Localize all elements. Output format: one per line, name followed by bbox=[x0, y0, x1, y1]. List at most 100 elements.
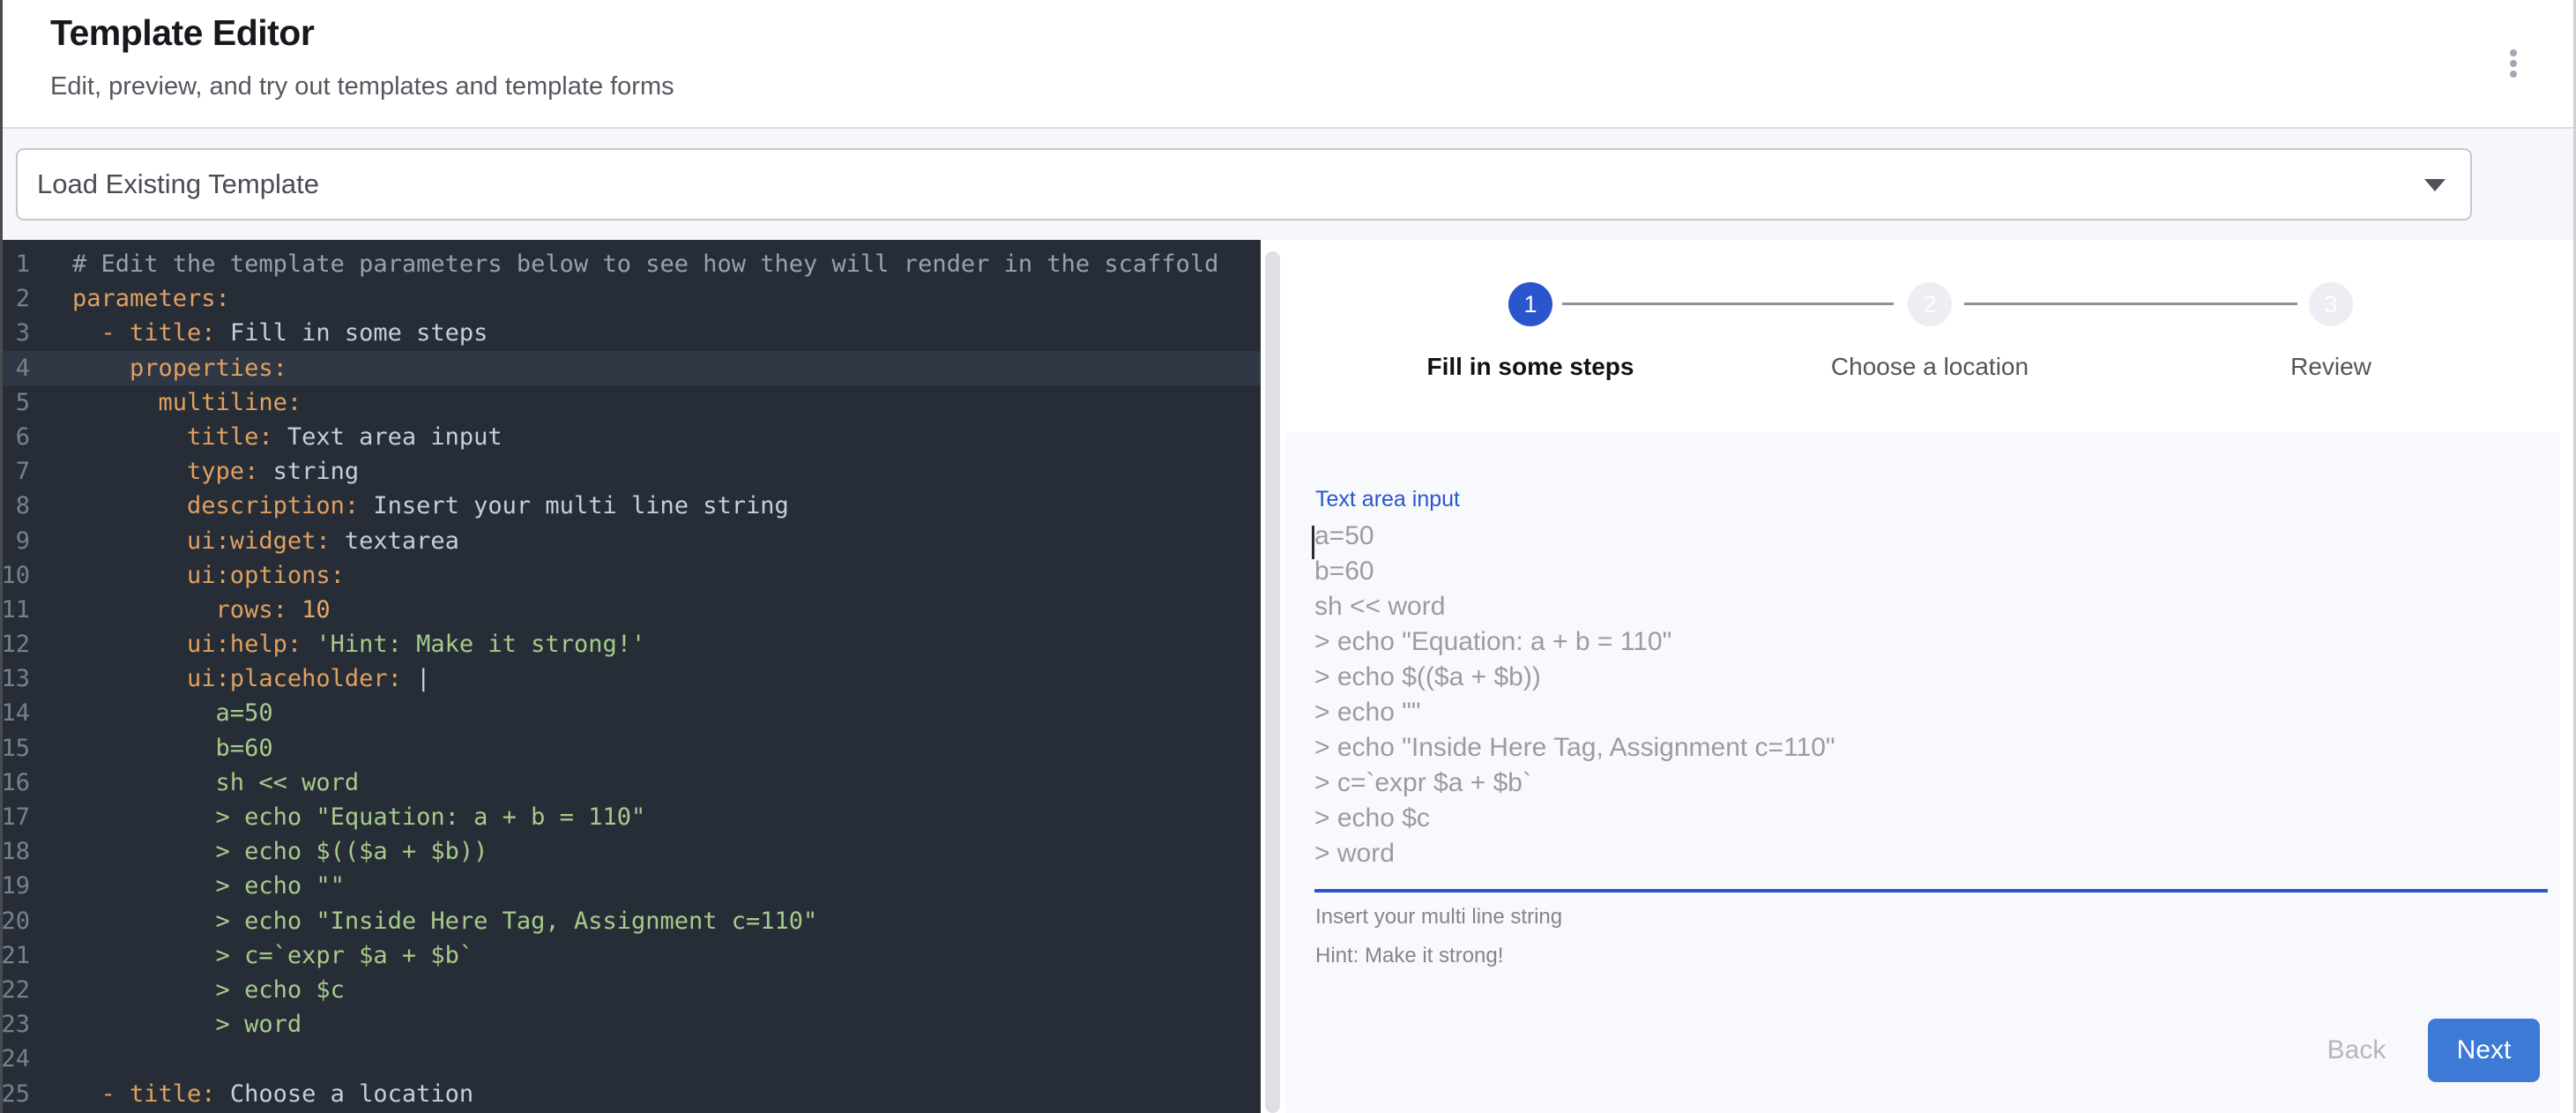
editor-scrollbar-track bbox=[1261, 240, 1285, 1113]
code-text: > c=`expr $a + $b` bbox=[72, 938, 1261, 973]
code-text: ui:widget: textarea bbox=[72, 524, 1261, 558]
line-number: 1 bbox=[0, 247, 41, 281]
editor-line: 7 type: string bbox=[0, 454, 1261, 489]
code-text: a=50 bbox=[72, 696, 1261, 730]
line-number: 19 bbox=[0, 869, 41, 903]
editor-line: 3 - title: Fill in some steps bbox=[0, 316, 1261, 350]
code-text: type: string bbox=[72, 454, 1261, 489]
step-circle: 1 bbox=[1508, 282, 1552, 326]
code-text: > echo "" bbox=[72, 869, 1261, 903]
step-label: Review bbox=[2146, 353, 2516, 381]
editor-line: 21 > c=`expr $a + $b` bbox=[0, 938, 1261, 973]
line-number: 5 bbox=[0, 385, 41, 420]
line-number: 13 bbox=[0, 661, 41, 696]
step-connector bbox=[1964, 303, 2297, 305]
editor-line: 5 multiline: bbox=[0, 385, 1261, 420]
line-number: 9 bbox=[0, 524, 41, 558]
editor-line: 23 > word bbox=[0, 1007, 1261, 1042]
textarea-field-label: Text area input bbox=[1315, 487, 1460, 512]
editor-line: 11 rows: 10 bbox=[0, 593, 1261, 627]
line-number: 16 bbox=[0, 766, 41, 800]
code-text: - title: Fill in some steps bbox=[72, 316, 1261, 350]
line-number: 17 bbox=[0, 800, 41, 834]
code-text: properties: bbox=[72, 351, 1261, 385]
line-number: 14 bbox=[0, 696, 41, 730]
editor-line: 19 > echo "" bbox=[0, 869, 1261, 903]
editor-line: 14 a=50 bbox=[0, 696, 1261, 730]
code-text: rows: 10 bbox=[72, 593, 1261, 627]
field-hint: Hint: Make it strong! bbox=[1315, 944, 1503, 968]
code-text: ui:options: bbox=[72, 558, 1261, 593]
code-text: description: Insert your multi line stri… bbox=[72, 489, 1261, 523]
editor-line: 24 bbox=[0, 1042, 1261, 1076]
code-text: # Edit the template parameters below to … bbox=[72, 247, 1261, 281]
code-text: ui:help: 'Hint: Make it strong!' bbox=[72, 627, 1261, 661]
load-template-bar: Load Existing Template bbox=[0, 129, 2576, 240]
page-subtitle: Edit, preview, and try out templates and… bbox=[50, 72, 674, 101]
editor-line: 9 ui:widget: textarea bbox=[0, 524, 1261, 558]
line-number: 12 bbox=[0, 627, 41, 661]
line-number: 10 bbox=[0, 558, 41, 593]
page-header: Template Editor Edit, preview, and try o… bbox=[0, 0, 2576, 129]
line-number: 7 bbox=[0, 454, 41, 489]
step-form: Text area input a=50 b=60 sh << word > e… bbox=[1285, 432, 2560, 1113]
field-description: Insert your multi line string bbox=[1315, 905, 1562, 930]
step-label: Choose a location bbox=[1745, 353, 2115, 381]
textarea-input[interactable]: a=50 b=60 sh << word > echo "Equation: a… bbox=[1314, 519, 2531, 871]
page-title: Template Editor bbox=[50, 12, 314, 54]
line-number: 20 bbox=[0, 904, 41, 938]
more-vert-icon[interactable] bbox=[2492, 42, 2535, 85]
code-text: multiline: bbox=[72, 385, 1261, 420]
line-number: 24 bbox=[0, 1042, 41, 1076]
line-number: 3 bbox=[0, 316, 41, 350]
field-focus-underline bbox=[1314, 889, 2548, 893]
editor-line: 8 description: Insert your multi line st… bbox=[0, 489, 1261, 523]
code-text: > word bbox=[72, 1007, 1261, 1042]
editor-line: 4 properties: bbox=[0, 351, 1261, 385]
editor-line: 20 > echo "Inside Here Tag, Assignment c… bbox=[0, 904, 1261, 938]
line-number: 25 bbox=[0, 1077, 41, 1111]
line-number: 8 bbox=[0, 489, 41, 523]
window-left-edge bbox=[0, 0, 3, 1113]
editor-line: 17 > echo "Equation: a + b = 110" bbox=[0, 800, 1261, 834]
template-code-editor[interactable]: 1 # Edit the template parameters below to… bbox=[0, 240, 1261, 1113]
code-text bbox=[72, 1042, 1261, 1076]
code-text: b=60 bbox=[72, 731, 1261, 766]
step-label: Fill in some steps bbox=[1345, 353, 1716, 381]
editor-line: 16 sh << word bbox=[0, 766, 1261, 800]
load-template-select-value: Load Existing Template bbox=[37, 150, 319, 219]
code-text: > echo $c bbox=[72, 973, 1261, 1007]
code-text: parameters: bbox=[72, 281, 1261, 316]
line-number: 18 bbox=[0, 834, 41, 869]
line-number: 23 bbox=[0, 1007, 41, 1042]
load-template-select[interactable]: Load Existing Template bbox=[16, 148, 2472, 220]
line-number: 2 bbox=[0, 281, 41, 316]
editor-line: 15 b=60 bbox=[0, 731, 1261, 766]
chevron-down-icon bbox=[2424, 179, 2446, 191]
editor-line: 25 - title: Choose a location bbox=[0, 1077, 1261, 1111]
code-text: title: Text area input bbox=[72, 420, 1261, 454]
code-text: - title: Choose a location bbox=[72, 1077, 1261, 1111]
code-text: ui:placeholder: | bbox=[72, 661, 1261, 696]
line-number: 11 bbox=[0, 593, 41, 627]
line-number: 22 bbox=[0, 973, 41, 1007]
line-number: 15 bbox=[0, 731, 41, 766]
editor-line: 10 ui:options: bbox=[0, 558, 1261, 593]
editor-line: 13 ui:placeholder: | bbox=[0, 661, 1261, 696]
line-number: 4 bbox=[0, 351, 41, 385]
code-text: > echo "Inside Here Tag, Assignment c=11… bbox=[72, 904, 1261, 938]
step-circle: 2 bbox=[1908, 282, 1952, 326]
step-connector bbox=[1562, 303, 1894, 305]
editor-line: 6 title: Text area input bbox=[0, 420, 1261, 454]
editor-line: 18 > echo $(($a + $b)) bbox=[0, 834, 1261, 869]
step-circle: 3 bbox=[2309, 282, 2353, 326]
line-number: 21 bbox=[0, 938, 41, 973]
editor-line: 22 > echo $c bbox=[0, 973, 1261, 1007]
back-button[interactable]: Back bbox=[2304, 1025, 2409, 1076]
editor-line: 2 parameters: bbox=[0, 281, 1261, 316]
line-number: 6 bbox=[0, 420, 41, 454]
code-text: > echo "Equation: a + b = 110" bbox=[72, 800, 1261, 834]
next-button[interactable]: Next bbox=[2428, 1019, 2540, 1082]
editor-line: 1 # Edit the template parameters below to… bbox=[0, 247, 1261, 281]
editor-scrollbar-thumb[interactable] bbox=[1265, 251, 1280, 1113]
